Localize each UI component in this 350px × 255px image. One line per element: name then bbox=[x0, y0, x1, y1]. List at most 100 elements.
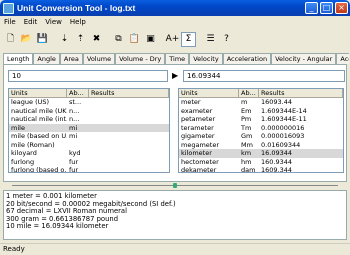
list-cell: league (US) bbox=[11, 98, 50, 106]
help-icon[interactable]: ? bbox=[219, 32, 234, 47]
toolbar-separator bbox=[51, 32, 56, 47]
toolbar: 🗋 📂 💾 ⇣ ⇡ ✖ ⧉ 📋 ▣ A+ Σ ☰? bbox=[0, 30, 350, 48]
menu-view[interactable]: View bbox=[45, 18, 62, 26]
list-cell: petameter bbox=[181, 115, 216, 123]
list-item[interactable]: meter m 16093.44 bbox=[179, 98, 343, 107]
import-icon[interactable]: ⇣ bbox=[57, 32, 72, 47]
source-value-input[interactable]: 10 bbox=[8, 70, 168, 82]
list-item[interactable]: hectometer hm 160.9344 bbox=[179, 158, 343, 167]
list-item[interactable]: terameter Tm 0.000000016 bbox=[179, 124, 343, 133]
list-item[interactable]: nautical mile (int... n... bbox=[9, 115, 169, 124]
list-cell: nautical mile (int... bbox=[11, 115, 67, 123]
list-cell: Gm bbox=[241, 132, 253, 140]
target-units-list[interactable]: Units Ab... Results meter m 16093.44 exameter E… bbox=[178, 88, 344, 173]
close-button[interactable]: × bbox=[335, 2, 348, 14]
column-header[interactable]: Results bbox=[89, 89, 169, 97]
menu-file[interactable]: File bbox=[4, 18, 16, 26]
list-header: Units Ab... Results bbox=[9, 89, 169, 98]
settings-icon[interactable]: ☰ bbox=[203, 32, 218, 47]
result-value-input[interactable]: 16.09344 bbox=[183, 70, 345, 82]
sigma-icon[interactable]: Σ bbox=[181, 31, 196, 47]
list-cell: n... bbox=[69, 106, 80, 115]
export-icon[interactable]: ⇡ bbox=[73, 32, 88, 47]
list-cell: mile (Roman) bbox=[11, 140, 55, 149]
list-item[interactable]: gigameter Gm 0.000016093 bbox=[179, 132, 343, 141]
save-icon[interactable]: 💾 bbox=[35, 32, 50, 47]
list-item[interactable]: furlong (based o... fur bbox=[9, 166, 169, 173]
tab-velocity[interactable]: Velocity bbox=[189, 53, 223, 64]
list-cell bbox=[89, 107, 169, 116]
list-cell bbox=[89, 158, 169, 167]
list-item[interactable]: kilometer km 16.09344 bbox=[179, 149, 343, 158]
minimize-button[interactable]: _ bbox=[305, 2, 318, 14]
list-cell: furlong bbox=[11, 157, 35, 166]
list-cell: megameter bbox=[181, 140, 219, 149]
column-header[interactable]: Ab... bbox=[67, 89, 89, 97]
list-cell: 0.000000016 bbox=[261, 123, 305, 132]
status-bar: Ready bbox=[0, 243, 350, 255]
list-item[interactable]: league (US) st... bbox=[9, 98, 169, 107]
list-cell: 0.000016093 bbox=[261, 132, 305, 140]
list-item[interactable]: exameter Em 1.609344E-14 bbox=[179, 107, 343, 116]
list-cell: furlong (based o... bbox=[11, 166, 67, 173]
history-log: 1 meter = 0.001 kilometer 20 bit/second =… bbox=[3, 190, 347, 240]
list-item[interactable]: kiloyard kyd bbox=[9, 149, 169, 158]
tab-length[interactable]: Length bbox=[3, 53, 34, 64]
source-units-list[interactable]: Units Ab... Results league (US) st... nautica… bbox=[8, 88, 170, 173]
list-cell: kyd bbox=[69, 149, 81, 157]
tab-volume[interactable]: Volume bbox=[82, 53, 116, 64]
font-icon[interactable]: A+ bbox=[165, 32, 180, 47]
menu-edit[interactable]: Edit bbox=[24, 18, 38, 26]
format-icon[interactable]: ▣ bbox=[143, 32, 158, 47]
list-cell: Mm bbox=[241, 140, 253, 149]
tab-area[interactable]: Area bbox=[59, 53, 83, 64]
delete-icon[interactable]: ✖ bbox=[89, 32, 104, 47]
list-item[interactable]: furlong fur bbox=[9, 158, 169, 167]
list-cell: exameter bbox=[181, 106, 213, 115]
column-header[interactable]: Results bbox=[259, 89, 343, 97]
list-cell: st... bbox=[69, 98, 82, 106]
title-bar: Unit Conversion Tool - log.txt _ □ × bbox=[0, 0, 350, 16]
paste-icon[interactable]: 📋 bbox=[127, 32, 142, 47]
tab-acceleration[interactable]: Acceleration bbox=[222, 53, 272, 64]
list-item[interactable]: dekameter dam 1609.344 bbox=[179, 166, 343, 173]
list-cell: 1609.344 bbox=[261, 166, 293, 173]
tab-volume-dry[interactable]: Volume - Dry bbox=[115, 53, 166, 64]
list-cell: Pm bbox=[241, 115, 252, 123]
tab-angle[interactable]: Angle bbox=[33, 53, 60, 64]
list-cell: Em bbox=[241, 106, 252, 115]
list-cell: 16093.44 bbox=[261, 98, 293, 106]
toolbar-separator bbox=[159, 32, 164, 47]
column-header[interactable]: Ab... bbox=[239, 89, 259, 97]
list-cell: m bbox=[241, 98, 248, 106]
new-file-icon[interactable]: 🗋 bbox=[3, 32, 18, 47]
list-header: Units Ab... Results bbox=[179, 89, 343, 98]
list-item[interactable]: mile (based on U... mi bbox=[9, 132, 169, 141]
column-header[interactable]: Units bbox=[9, 89, 67, 97]
list-cell: 1.609344E-14 bbox=[261, 106, 307, 115]
list-cell: n... bbox=[69, 115, 80, 123]
open-file-icon[interactable]: 📂 bbox=[19, 32, 34, 47]
splitter-slider[interactable] bbox=[12, 183, 338, 188]
list-item[interactable]: megameter Mm 0.01609344 bbox=[179, 141, 343, 150]
list-item[interactable]: mile (Roman) bbox=[9, 141, 169, 150]
tab-acce[interactable]: Acce bbox=[336, 53, 349, 64]
list-cell bbox=[89, 141, 169, 150]
list-cell: meter bbox=[181, 98, 201, 106]
tab-velocity-angular[interactable]: Velocity - Angular bbox=[271, 53, 337, 64]
list-item[interactable]: mile mi bbox=[9, 123, 169, 132]
tab-time[interactable]: Time bbox=[165, 53, 190, 64]
list-cell: mile bbox=[11, 123, 25, 132]
list-item[interactable]: nautical mile (UK) n... bbox=[9, 107, 169, 116]
app-icon bbox=[3, 2, 14, 14]
menu-help[interactable]: Help bbox=[70, 18, 86, 26]
column-header[interactable]: Units bbox=[179, 89, 239, 97]
list-cell bbox=[89, 115, 169, 124]
slider-thumb[interactable] bbox=[173, 183, 177, 188]
maximize-button[interactable]: □ bbox=[320, 2, 333, 14]
list-cell: mile (based on U... bbox=[11, 132, 67, 140]
copy-icon[interactable]: ⧉ bbox=[111, 32, 126, 47]
list-cell: terameter bbox=[181, 123, 214, 132]
list-cell: mi bbox=[69, 132, 78, 140]
list-item[interactable]: petameter Pm 1.609344E-11 bbox=[179, 115, 343, 124]
